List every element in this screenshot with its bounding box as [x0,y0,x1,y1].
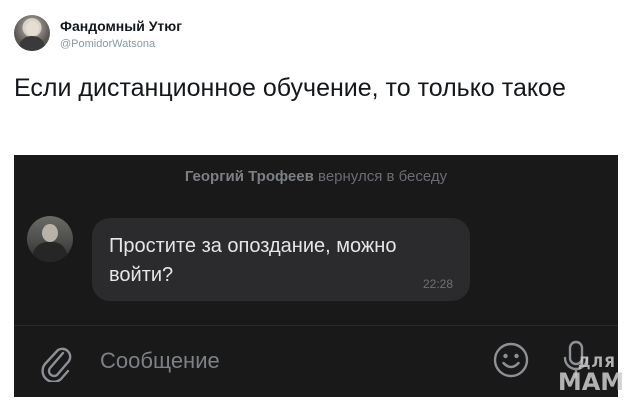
watermark-bottom: МАМ [557,368,625,396]
sender-avatar[interactable] [27,216,73,262]
smiley-icon[interactable] [493,342,529,378]
system-message-user: Георгий Трофеев [184,168,314,185]
system-message-action: вернулся в беседу [318,168,448,185]
message-input[interactable]: Сообщение [100,348,220,374]
sender-avatar-head [42,224,58,242]
sender-avatar-body [33,242,67,262]
watermark-logo: ДЛЯ МАМ [553,356,629,396]
author-name[interactable]: Фандомный Утюг [60,18,182,34]
system-message: Георгий Трофеев вернулся в беседу [14,168,618,185]
message-bubble[interactable]: Простите за опоздание, можно войти? 22:2… [92,218,470,301]
message-text: Простите за опоздание, можно войти? [109,235,397,286]
message-input-bar: Сообщение [14,326,618,397]
paperclip-icon[interactable] [40,344,74,382]
author-handle[interactable]: @PomidorWatsona [60,38,155,50]
avatar-body [19,36,45,51]
chat-screenshot: Георгий Трофеев вернулся в беседу Прости… [14,155,618,397]
message-time: 22:28 [422,277,453,291]
tweet-text: Если дистанционное обучение, то только т… [14,74,566,102]
author-avatar[interactable] [14,15,50,51]
avatar-head [26,21,39,36]
